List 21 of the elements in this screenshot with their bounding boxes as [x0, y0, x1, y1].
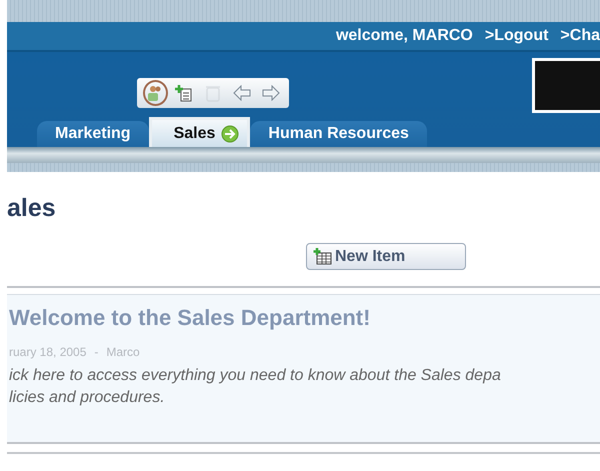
announcement-date: ruary 18, 2005: [9, 345, 86, 359]
page-title: ales: [7, 194, 57, 223]
welcome-text: welcome, MARCO: [336, 27, 473, 45]
toolbar-button[interactable]: [143, 80, 168, 106]
new-item-button[interactable]: New Item: [306, 243, 466, 270]
tab[interactable]: Sales: [148, 117, 250, 147]
header-link[interactable]: >Logout: [484, 27, 548, 45]
new-page-icon: [175, 84, 194, 102]
add-table-icon: [313, 248, 333, 266]
trash-icon: [204, 84, 221, 102]
tab[interactable]: Human Resources: [250, 121, 427, 147]
announcement-title: Welcome to the Sales Department!: [9, 305, 372, 331]
announcement-text: licies and procedures.: [9, 388, 166, 408]
announcement-text: ick here to access everything you need to know about the Sales depa: [9, 366, 502, 386]
left-arrow-icon: [232, 85, 251, 101]
separator: -: [94, 345, 98, 359]
right-arrow-icon: [262, 85, 280, 101]
photo-placeholder: [532, 58, 600, 113]
tab[interactable]: Marketing: [37, 121, 149, 147]
announcement-author: Marco: [106, 345, 140, 359]
header-link[interactable]: >Cha: [560, 27, 600, 45]
